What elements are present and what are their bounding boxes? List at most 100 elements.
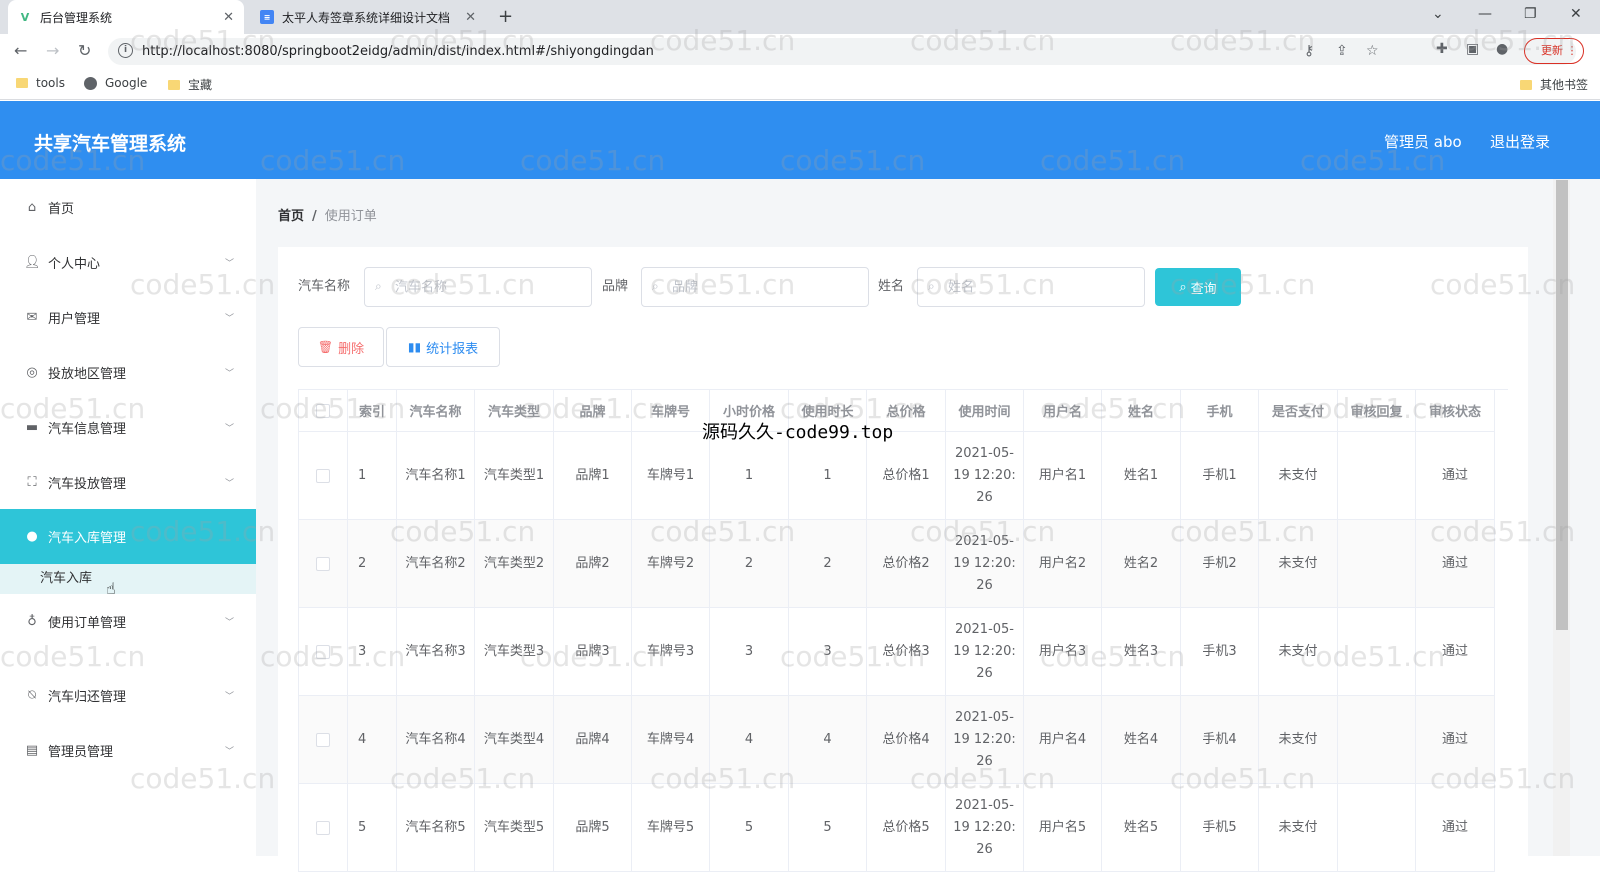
- search-icon: ⌕: [652, 279, 659, 293]
- checkbox[interactable]: [316, 820, 330, 835]
- table-cell: 1: [789, 432, 867, 520]
- table-cell: 姓名2: [1102, 520, 1181, 608]
- table-cell: 2021-05-19 12:20:26: [946, 608, 1024, 696]
- omnibox[interactable]: i http://localhost:8080/springboot2eidg/…: [108, 38, 1576, 65]
- key-icon[interactable]: ⚷: [1304, 43, 1314, 59]
- table-row[interactable]: 5 汽车名称5 汽车类型5 品牌5 车牌号5 5 5 总价格5 2021-05-19 12:20…: [299, 784, 1508, 872]
- globe-icon: [84, 76, 97, 90]
- table-cell: 汽车名称3: [397, 608, 475, 696]
- url-text[interactable]: http://localhost:8080/springboot2eidg/ad…: [142, 44, 654, 59]
- fullscreen-icon: ⛶: [27, 475, 37, 490]
- stats-report-button[interactable]: ▮▮ 统计报表: [386, 327, 500, 367]
- sidebar-item-returns[interactable]: ⍉ 汽车归还管理 ﹀: [0, 668, 256, 723]
- brand-input[interactable]: [672, 276, 852, 298]
- star-icon[interactable]: ☆: [1366, 43, 1379, 59]
- sidebar-item-car-storage[interactable]: ● 汽车入库管理: [0, 509, 256, 564]
- row-select-cell[interactable]: [299, 432, 348, 520]
- bookmark-google[interactable]: Google: [84, 76, 147, 90]
- table-cell: 通过: [1416, 696, 1495, 784]
- forward-icon[interactable]: →: [46, 41, 59, 60]
- bookmark-other[interactable]: 其他书签: [1520, 76, 1588, 93]
- extensions-icon[interactable]: ✚: [1436, 41, 1448, 57]
- column-header[interactable]: 汽车名称: [397, 390, 475, 432]
- profile-icon[interactable]: ●: [1496, 41, 1508, 57]
- reload-icon[interactable]: ↻: [78, 41, 91, 60]
- row-select-cell[interactable]: [299, 784, 348, 872]
- column-header[interactable]: 车牌号: [632, 390, 710, 432]
- sidebar-item-orders[interactable]: ♁ 使用订单管理 ﹀: [0, 594, 256, 649]
- checkbox[interactable]: [316, 644, 330, 659]
- restore-icon[interactable]: ❐: [1524, 6, 1537, 22]
- table-cell: 通过: [1416, 432, 1495, 520]
- row-select-cell[interactable]: [299, 520, 348, 608]
- window-close-icon[interactable]: ✕: [1570, 6, 1582, 22]
- tab-search-icon[interactable]: ⌄: [1432, 6, 1444, 22]
- column-header[interactable]: 汽车类型: [475, 390, 554, 432]
- table-cell: 总价格4: [867, 696, 946, 784]
- sidepanel-icon[interactable]: ▣: [1466, 41, 1479, 57]
- name-input[interactable]: [948, 276, 1128, 298]
- column-header[interactable]: 姓名: [1102, 390, 1181, 432]
- table-row[interactable]: 1 汽车名称1 汽车类型1 品牌1 车牌号1 1 1 总价格1 2021-05-19 12:20…: [299, 432, 1508, 520]
- sidebar-item-admins[interactable]: ▤ 管理员管理 ﹀: [0, 723, 256, 778]
- close-tab-icon[interactable]: ✕: [223, 10, 234, 25]
- table-cell: 姓名4: [1102, 696, 1181, 784]
- back-icon[interactable]: ←: [14, 41, 27, 60]
- select-all-header[interactable]: [299, 390, 348, 432]
- browser-tab-active[interactable]: V 后台管理系统 ✕: [8, 0, 244, 34]
- checkbox[interactable]: [316, 468, 330, 483]
- submenu-item-car-storage[interactable]: 汽车入库: [0, 564, 256, 594]
- table-cell: 5: [710, 784, 789, 872]
- query-button[interactable]: ⌕ 查询: [1155, 268, 1241, 306]
- delete-button[interactable]: 🗑︎ 删除: [298, 327, 384, 367]
- column-header[interactable]: 品牌: [554, 390, 632, 432]
- column-header[interactable]: 用户名: [1024, 390, 1102, 432]
- share-icon[interactable]: ⇪: [1336, 43, 1348, 59]
- sidebar-item-car-info[interactable]: ▬ 汽车信息管理 ﹀: [0, 400, 256, 455]
- row-select-cell[interactable]: [299, 696, 348, 784]
- table-cell: 手机2: [1181, 520, 1259, 608]
- brand-search-field[interactable]: ⌕: [641, 267, 869, 307]
- name-search-field[interactable]: ⌕: [917, 267, 1145, 307]
- table-cell: 总价格2: [867, 520, 946, 608]
- sidebar-item-profile[interactable]: 👤︎ 个人中心 ﹀: [0, 235, 256, 290]
- sidebar-item-home[interactable]: ⌂ 首页: [0, 180, 256, 235]
- logout-link[interactable]: 退出登录: [1490, 131, 1550, 152]
- column-header[interactable]: 使用时间: [946, 390, 1024, 432]
- checkbox[interactable]: [316, 403, 330, 418]
- column-header[interactable]: 是否支付: [1259, 390, 1338, 432]
- page-scrollbar[interactable]: [1556, 180, 1568, 630]
- sidebar-item-users[interactable]: ✉ 用户管理 ﹀: [0, 290, 256, 345]
- column-header[interactable]: 审核状态: [1416, 390, 1495, 432]
- table-row[interactable]: 4 汽车名称4 汽车类型4 品牌4 车牌号4 4 4 总价格4 2021-05-19 12:20…: [299, 696, 1508, 784]
- column-header[interactable]: 手机: [1181, 390, 1259, 432]
- bookmark-tools[interactable]: tools: [16, 76, 65, 90]
- table-cell: 2021-05-19 12:20:26: [946, 696, 1024, 784]
- column-header[interactable]: 索引: [348, 390, 397, 432]
- table-cell: 车牌号5: [632, 784, 710, 872]
- minimize-icon[interactable]: —: [1478, 6, 1492, 22]
- update-button[interactable]: 更新 ⋮: [1524, 38, 1584, 64]
- trash-icon: 🗑︎: [317, 340, 334, 354]
- sidebar-item-regions[interactable]: ◎ 投放地区管理 ﹀: [0, 345, 256, 400]
- site-info-icon[interactable]: i: [118, 43, 133, 58]
- new-tab-icon[interactable]: +: [498, 6, 513, 27]
- row-select-cell[interactable]: [299, 608, 348, 696]
- car-name-search-field[interactable]: ⌕: [364, 267, 592, 307]
- sidebar-item-car-deploy[interactable]: ⛶ 汽车投放管理 ﹀: [0, 455, 256, 510]
- close-tab-icon[interactable]: ✕: [465, 10, 476, 25]
- bookmark-treasure[interactable]: 宝藏: [168, 76, 212, 93]
- table-cell: 品牌3: [554, 608, 632, 696]
- table-row[interactable]: 2 汽车名称2 汽车类型2 品牌2 车牌号2 2 2 总价格2 2021-05-19 12:20…: [299, 520, 1508, 608]
- home-icon: ⌂: [27, 200, 37, 215]
- browser-tab[interactable]: ≡ 太平人寿签章系统详细设计文档 ✕: [250, 0, 486, 34]
- query-label: 查询: [1190, 280, 1217, 296]
- table-row[interactable]: 3 汽车名称3 汽车类型3 品牌3 车牌号3 3 3 总价格3 2021-05-19 12:20…: [299, 608, 1508, 696]
- checkbox[interactable]: [316, 556, 330, 571]
- column-header[interactable]: 审核回复: [1338, 390, 1416, 432]
- orders-table: 索引 汽车名称 汽车类型 品牌 车牌号 小时价格 使用时长 总价格 使用时间 用…: [298, 389, 1508, 872]
- checkbox[interactable]: [316, 732, 330, 747]
- table-cell: 品牌4: [554, 696, 632, 784]
- breadcrumb-home[interactable]: 首页: [278, 209, 304, 224]
- car-name-input[interactable]: [395, 276, 575, 298]
